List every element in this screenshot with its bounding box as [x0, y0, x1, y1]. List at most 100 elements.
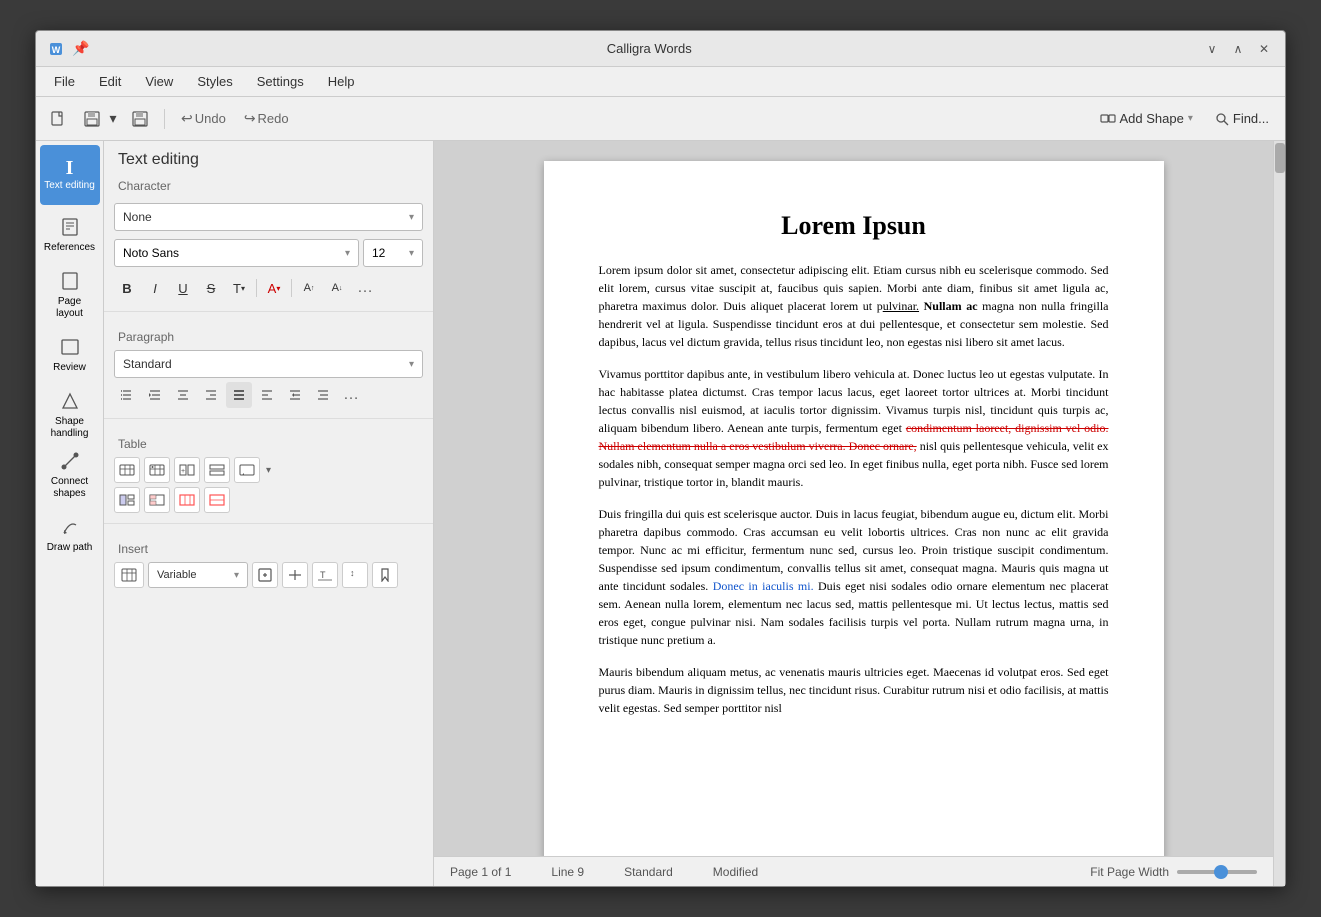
table-merge-button[interactable]	[114, 487, 140, 513]
sidebar-item-draw-path[interactable]: Draw path	[40, 505, 100, 565]
menu-file[interactable]: File	[44, 70, 85, 93]
indent-decrease-button[interactable]	[142, 382, 168, 408]
style-select[interactable]: None ▾	[114, 203, 423, 231]
zoom-control[interactable]: Fit Page Width	[1090, 865, 1257, 879]
sub-button[interactable]: A↓	[324, 275, 350, 301]
document-title: Lorem Ipsun	[599, 211, 1109, 241]
new-document-button[interactable]	[44, 105, 72, 133]
italic-button[interactable]: I	[142, 275, 168, 301]
alignment-row: …	[114, 382, 423, 408]
style-dropdown[interactable]: None ▾	[114, 203, 423, 231]
zoom-slider[interactable]	[1177, 870, 1257, 874]
paragraph-3: Duis fringilla dui quis est scelerisque …	[599, 505, 1109, 649]
document-body[interactable]: Lorem ipsum dolor sit amet, consectetur …	[599, 261, 1109, 717]
fit-label: Fit Page Width	[1090, 865, 1169, 879]
table-delete-row-button[interactable]	[204, 487, 230, 513]
insert-bookmark-button[interactable]	[372, 562, 398, 588]
table-properties-button[interactable]	[144, 457, 170, 483]
sidebar-item-shape-handling[interactable]: Shape handling	[40, 385, 100, 445]
document-page[interactable]: Lorem Ipsun Lorem ipsum dolor sit amet, …	[544, 161, 1164, 856]
paragraph-section: Paragraph Standard ▾	[104, 326, 433, 412]
save-dropdown[interactable]: ▾	[106, 105, 120, 133]
indent-increase-button[interactable]	[310, 382, 336, 408]
paragraph-more-button[interactable]: …	[338, 382, 364, 408]
menu-settings[interactable]: Settings	[247, 70, 314, 93]
svg-text:↕: ↕	[350, 568, 355, 578]
references-icon	[60, 217, 80, 240]
insert-frame-button[interactable]	[252, 562, 278, 588]
size-dropdown[interactable]: 12 ▾	[363, 239, 423, 267]
main-window: W 📌 Calligra Words ∨ ∧ ✕ File Edit View …	[35, 30, 1286, 887]
line-info: Line 9	[551, 865, 584, 879]
pin-icon[interactable]: 📌	[72, 40, 89, 57]
statusbar: Page 1 of 1 Line 9 Standard Modified Fit…	[434, 856, 1273, 886]
menu-edit[interactable]: Edit	[89, 70, 131, 93]
super-button[interactable]: A↑	[296, 275, 322, 301]
menu-view[interactable]: View	[135, 70, 183, 93]
table-cols-button[interactable]: +	[174, 457, 200, 483]
table-style-chevron[interactable]: ▾	[266, 465, 271, 476]
redo-button[interactable]: ↪ Redo	[238, 106, 295, 131]
find-button[interactable]: Find...	[1207, 107, 1277, 130]
font-dropdown[interactable]: Noto Sans ▾	[114, 239, 359, 267]
table-buttons-row1: + ▾	[114, 457, 423, 483]
text-color-button[interactable]: A▾	[261, 275, 287, 301]
zoom-thumb[interactable]	[1214, 865, 1228, 879]
sidebar-item-text-editing[interactable]: I Text editing	[40, 145, 100, 205]
style-info: Standard	[624, 865, 673, 879]
insert-table-button[interactable]	[114, 562, 144, 588]
paragraph-style-value: Standard	[123, 357, 172, 371]
right-scrollbar[interactable]	[1273, 141, 1285, 886]
save-button[interactable]	[78, 105, 106, 133]
table-buttons-row2	[114, 487, 423, 513]
connect-shapes-icon	[60, 451, 80, 474]
align-right-button[interactable]	[198, 382, 224, 408]
list-button[interactable]	[114, 382, 140, 408]
svg-text:W: W	[52, 45, 61, 55]
minimize-button[interactable]: ∨	[1201, 38, 1223, 60]
menu-help[interactable]: Help	[318, 70, 365, 93]
divider-1	[104, 311, 433, 312]
window-title: Calligra Words	[97, 41, 1201, 56]
insert-special-button[interactable]	[282, 562, 308, 588]
save-as-button[interactable]	[126, 105, 154, 133]
align-center-button[interactable]	[170, 382, 196, 408]
table-split-button[interactable]	[144, 487, 170, 513]
connect-shapes-label: Connect shapes	[44, 476, 96, 500]
table-rows-button[interactable]	[204, 457, 230, 483]
table-delete-col-button[interactable]	[174, 487, 200, 513]
underline-button[interactable]: U	[170, 275, 196, 301]
text-editing-label: Text editing	[44, 180, 95, 192]
align-left-button[interactable]	[254, 382, 280, 408]
add-shape-button[interactable]: Add Shape ▾	[1092, 107, 1201, 131]
sidebar-item-references[interactable]: References	[40, 205, 100, 265]
style-chevron: ▾	[409, 212, 414, 223]
align-justify-button[interactable]	[226, 382, 252, 408]
document-scroll[interactable]: Lorem Ipsun Lorem ipsum dolor sit amet, …	[434, 141, 1273, 856]
undo-button[interactable]: ↩ Undo	[175, 106, 232, 131]
paragraph-2: Vivamus porttitor dapibus ante, in vesti…	[599, 365, 1109, 491]
paragraph-style-dropdown[interactable]: Standard ▾	[114, 350, 423, 378]
variable-dropdown[interactable]: Variable ▾	[148, 562, 248, 588]
sidebar-item-connect-shapes[interactable]: Connect shapes	[40, 445, 100, 505]
insert-endnote-button[interactable]: ↕	[342, 562, 368, 588]
close-button[interactable]: ✕	[1253, 38, 1275, 60]
paragraph-style-select[interactable]: Standard ▾	[114, 350, 423, 378]
text-style-button[interactable]: T▾	[226, 275, 252, 301]
size-value: 12	[372, 246, 385, 260]
character-more-button[interactable]: …	[352, 275, 378, 301]
insert-footnote-button[interactable]: T	[312, 562, 338, 588]
page-layout-label: Page layout	[44, 296, 96, 320]
sidebar-item-page-layout[interactable]: Page layout	[40, 265, 100, 325]
maximize-button[interactable]: ∧	[1227, 38, 1249, 60]
table-style-button[interactable]	[234, 457, 260, 483]
paragraph-style-chevron: ▾	[409, 359, 414, 370]
rtl-button[interactable]	[282, 382, 308, 408]
insert-section-label: Insert	[118, 542, 419, 556]
panel-title: Text editing	[118, 151, 419, 169]
bold-button[interactable]: B	[114, 275, 140, 301]
strikethrough-button[interactable]: S	[198, 275, 224, 301]
table-insert-button[interactable]	[114, 457, 140, 483]
menu-styles[interactable]: Styles	[187, 70, 242, 93]
sidebar-item-review[interactable]: Review	[40, 325, 100, 385]
